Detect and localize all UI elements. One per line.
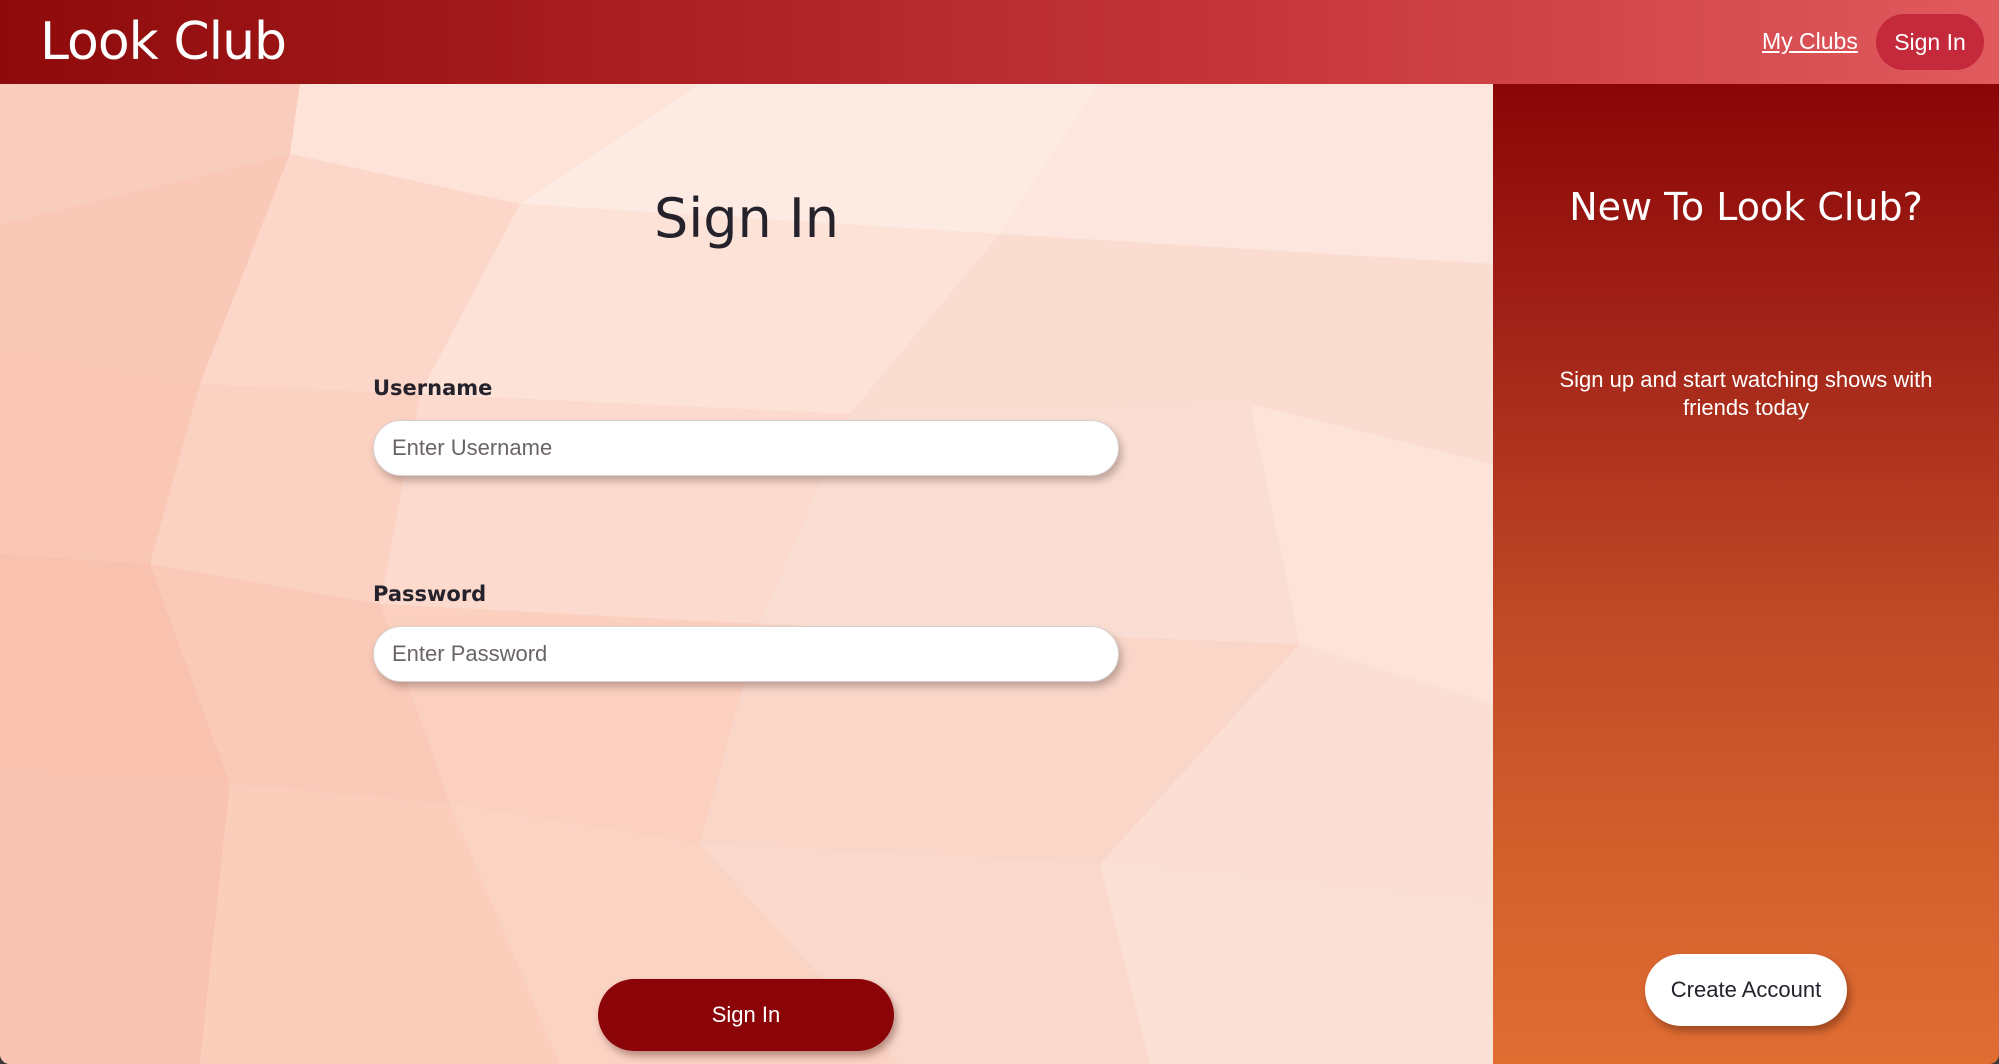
site-logo[interactable]: Look Club bbox=[40, 10, 287, 74]
password-input[interactable] bbox=[373, 626, 1119, 682]
sign-up-panel: New To Look Club? Sign up and start watc… bbox=[1493, 84, 1999, 1064]
my-clubs-link[interactable]: My Clubs bbox=[1762, 26, 1858, 56]
password-label: Password bbox=[373, 582, 487, 606]
username-label: Username bbox=[373, 376, 493, 400]
sign-in-submit-button[interactable]: Sign In bbox=[598, 979, 894, 1051]
sign-in-heading: Sign In bbox=[653, 187, 840, 250]
create-account-button[interactable]: Create Account bbox=[1645, 954, 1847, 1026]
sign-up-heading: New To Look Club? bbox=[1569, 185, 1923, 229]
nav-sign-in-button[interactable]: Sign In bbox=[1876, 14, 1984, 70]
username-input[interactable] bbox=[373, 420, 1119, 476]
sign-up-description: Sign up and start watching shows with fr… bbox=[1559, 367, 1933, 420]
top-nav-bar: Look Club My Clubs Sign In bbox=[0, 0, 1999, 84]
page: Look Club My Clubs Sign In Sign In Usern… bbox=[0, 0, 1999, 1064]
sign-in-panel: Sign In Username Password Sign In bbox=[0, 84, 1493, 1064]
